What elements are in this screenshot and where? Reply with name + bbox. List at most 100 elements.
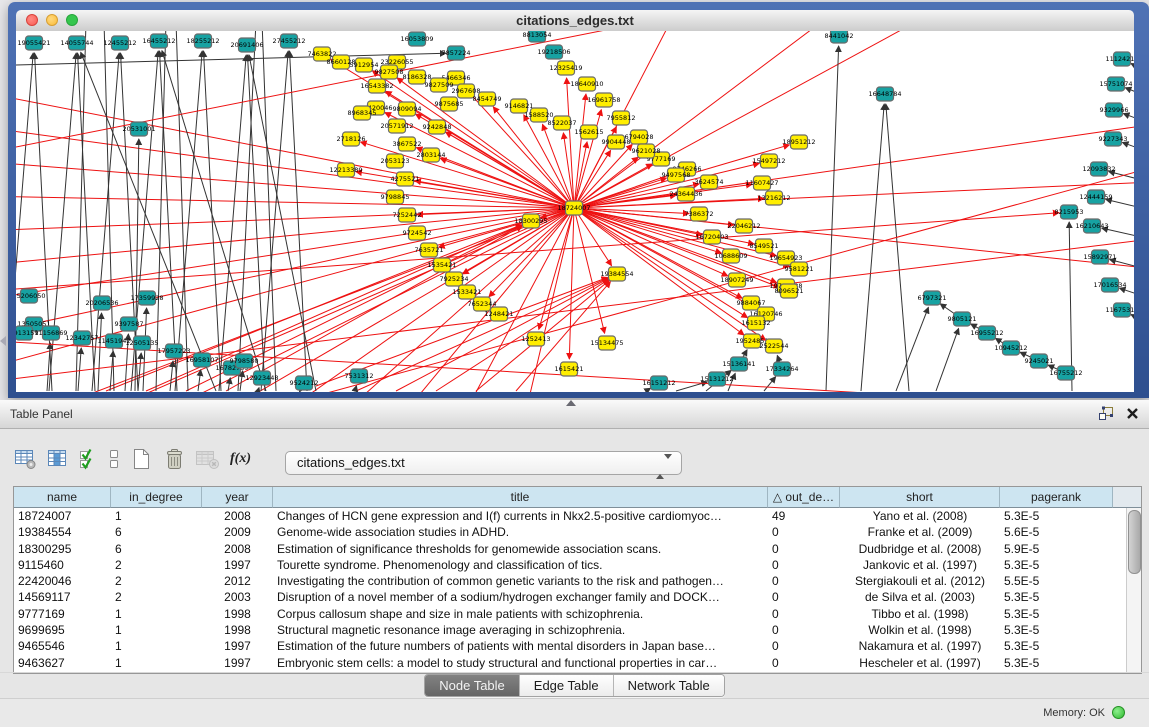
table-row[interactable]: 1872400712008Changes of HCN gene express…	[14, 508, 1141, 524]
tab-network-table[interactable]: Network Table	[613, 675, 724, 696]
merge-rows-icon[interactable]	[107, 448, 120, 470]
graph-node-label: 12093832	[1082, 165, 1115, 173]
table-cell: 1	[111, 638, 202, 654]
new-column-icon[interactable]	[129, 447, 153, 471]
table-cell: 1	[111, 508, 202, 524]
column-header-in_degree[interactable]: in_degree	[111, 487, 202, 508]
table-vertical-scrollbar[interactable]	[1126, 508, 1141, 673]
graph-node-label: 8215953	[1055, 208, 1084, 216]
table-row[interactable]: 946362711997Embryonic stem cells: a mode…	[14, 655, 1141, 671]
graph-node-label: 17334264	[765, 365, 798, 373]
graph-node-label: 8096521	[775, 287, 804, 295]
graph-edge	[886, 104, 909, 391]
network-canvas[interactable]: 1872400797771699746266949756836245742436…	[16, 31, 1134, 392]
column-header-title[interactable]: title	[273, 487, 768, 508]
table-cell: 2003	[202, 589, 273, 605]
graph-node-label: 9875685	[435, 100, 464, 108]
graph-node-label: 1588520	[525, 111, 554, 119]
table-cell: Hescheler et al. (1997)	[840, 655, 1000, 671]
side-panel-collapse-handle[interactable]	[0, 336, 6, 346]
scrollbar-thumb[interactable]	[1128, 510, 1141, 574]
table-cell: 9699695	[14, 622, 111, 638]
float-window-icon[interactable]	[1098, 406, 1114, 421]
table-row[interactable]: 2242004622012Investigating the contribut…	[14, 573, 1141, 589]
table-row[interactable]: 1830029562008Estimation of significance …	[14, 541, 1141, 557]
table-cell: Investigating the contribution of common…	[273, 573, 768, 589]
graph-node-label: 18951212	[782, 138, 815, 146]
table-row[interactable]: 1456911722003Disruption of a novel membe…	[14, 589, 1141, 605]
graph-node-label: 12342757	[65, 334, 98, 342]
table-cell: 6	[111, 541, 202, 557]
graph-node-label: 18724007	[557, 204, 590, 212]
graph-node-label: 2522544	[760, 342, 789, 350]
table-selector-dropdown[interactable]: citations_edges.txt	[285, 451, 682, 475]
tab-edge-table[interactable]: Edge Table	[519, 675, 613, 696]
network-view[interactable]: 1872400797771699746266949756836245742436…	[16, 31, 1134, 392]
graph-node-label: 12923448	[245, 374, 278, 382]
table-row[interactable]: 1938455462009Genome-wide association stu…	[14, 524, 1141, 540]
graph-node-label: 15131212	[700, 375, 733, 383]
table-cell: Changes of HCN gene expression and I(f) …	[273, 508, 768, 524]
graph-node-label: 19654923	[769, 254, 802, 262]
graph-node-label: 12455212	[103, 39, 136, 47]
graph-node-label: 7635721	[415, 246, 444, 254]
graph-node-label: 24364436	[669, 190, 702, 198]
column-header-name[interactable]: name	[14, 487, 111, 508]
window-zoom-button[interactable]	[66, 14, 78, 26]
graph-node-label: 15892971	[1083, 253, 1116, 261]
table-row[interactable]: 911546021997Tourette syndrome. Phenomeno…	[14, 557, 1141, 573]
graph-node-label: 15134475	[590, 339, 623, 347]
header-filler	[1113, 487, 1141, 508]
memory-status-indicator[interactable]	[1112, 706, 1125, 719]
delete-table-icon[interactable]	[195, 447, 221, 471]
graph-edge	[1123, 114, 1134, 122]
column-header-out_de[interactable]: △ out_de…	[768, 487, 840, 508]
graph-node-label: 7857224	[442, 49, 471, 57]
table-cell: Jankovic et al. (1997)	[840, 557, 1000, 573]
graph-node-label: 6797321	[918, 294, 947, 302]
table-cell: 2008	[202, 541, 273, 557]
graph-node-label: 8968345	[348, 109, 377, 117]
table-cell: Stergiakouli et al. (2012)	[840, 573, 1000, 589]
graph-node-label: 3624574	[695, 178, 724, 186]
table-row[interactable]: 977716911998Corpus callosum shape and si…	[14, 606, 1141, 622]
tab-node-table[interactable]: Node Table	[425, 675, 519, 696]
delete-column-icon[interactable]	[162, 447, 186, 471]
graph-node-label: 2803144	[417, 151, 446, 159]
table-cell: 9463627	[14, 655, 111, 671]
table-cell: 0	[768, 573, 840, 589]
network-window[interactable]: citations_edges.txt 18724007977716997462…	[8, 2, 1149, 398]
table-cell: Structural magnetic resonance image aver…	[273, 622, 768, 638]
table-body: 1872400712008Changes of HCN gene express…	[14, 508, 1141, 671]
table-cell: 5.3E-5	[1000, 655, 1113, 671]
graph-edge	[78, 348, 81, 391]
table-cell: 5.3E-5	[1000, 638, 1113, 654]
graph-node-label: 11675312	[1105, 306, 1134, 314]
table-mode-icon[interactable]	[14, 448, 38, 470]
window-minimize-button[interactable]	[46, 14, 58, 26]
window-titlebar[interactable]: citations_edges.txt	[16, 10, 1134, 32]
row-selection-icon[interactable]	[78, 448, 98, 470]
table-row[interactable]: 969969511998Structural magnetic resonanc…	[14, 622, 1141, 638]
graph-edge	[138, 353, 141, 391]
graph-edge	[355, 386, 356, 391]
table-cell: 5.9E-5	[1000, 541, 1113, 557]
table-cell: 5.6E-5	[1000, 524, 1113, 540]
panel-splitter-handle[interactable]	[566, 400, 576, 406]
table-panel-header[interactable]: Table Panel	[0, 400, 1149, 429]
graph-edge	[16, 196, 574, 208]
close-panel-icon[interactable]	[1126, 407, 1139, 420]
table-cell: 1998	[202, 606, 273, 622]
function-builder-icon[interactable]: f(x)	[230, 451, 251, 467]
column-header-short[interactable]: short	[840, 487, 1000, 508]
window-close-button[interactable]	[26, 14, 38, 26]
table-cell: Tourette syndrome. Phenomenology and cla…	[273, 557, 768, 573]
table-cell: 5.3E-5	[1000, 508, 1113, 524]
column-header-pagerank[interactable]: pagerank	[1000, 487, 1113, 508]
show-columns-icon[interactable]	[47, 448, 69, 470]
graph-node-label: 9827509	[425, 81, 454, 89]
column-header-year[interactable]: year	[202, 487, 273, 508]
table-cell: 0	[768, 622, 840, 638]
table-row[interactable]: 946554611997Estimation of the future num…	[14, 638, 1141, 654]
table-toolbar: f(x)	[14, 447, 251, 471]
